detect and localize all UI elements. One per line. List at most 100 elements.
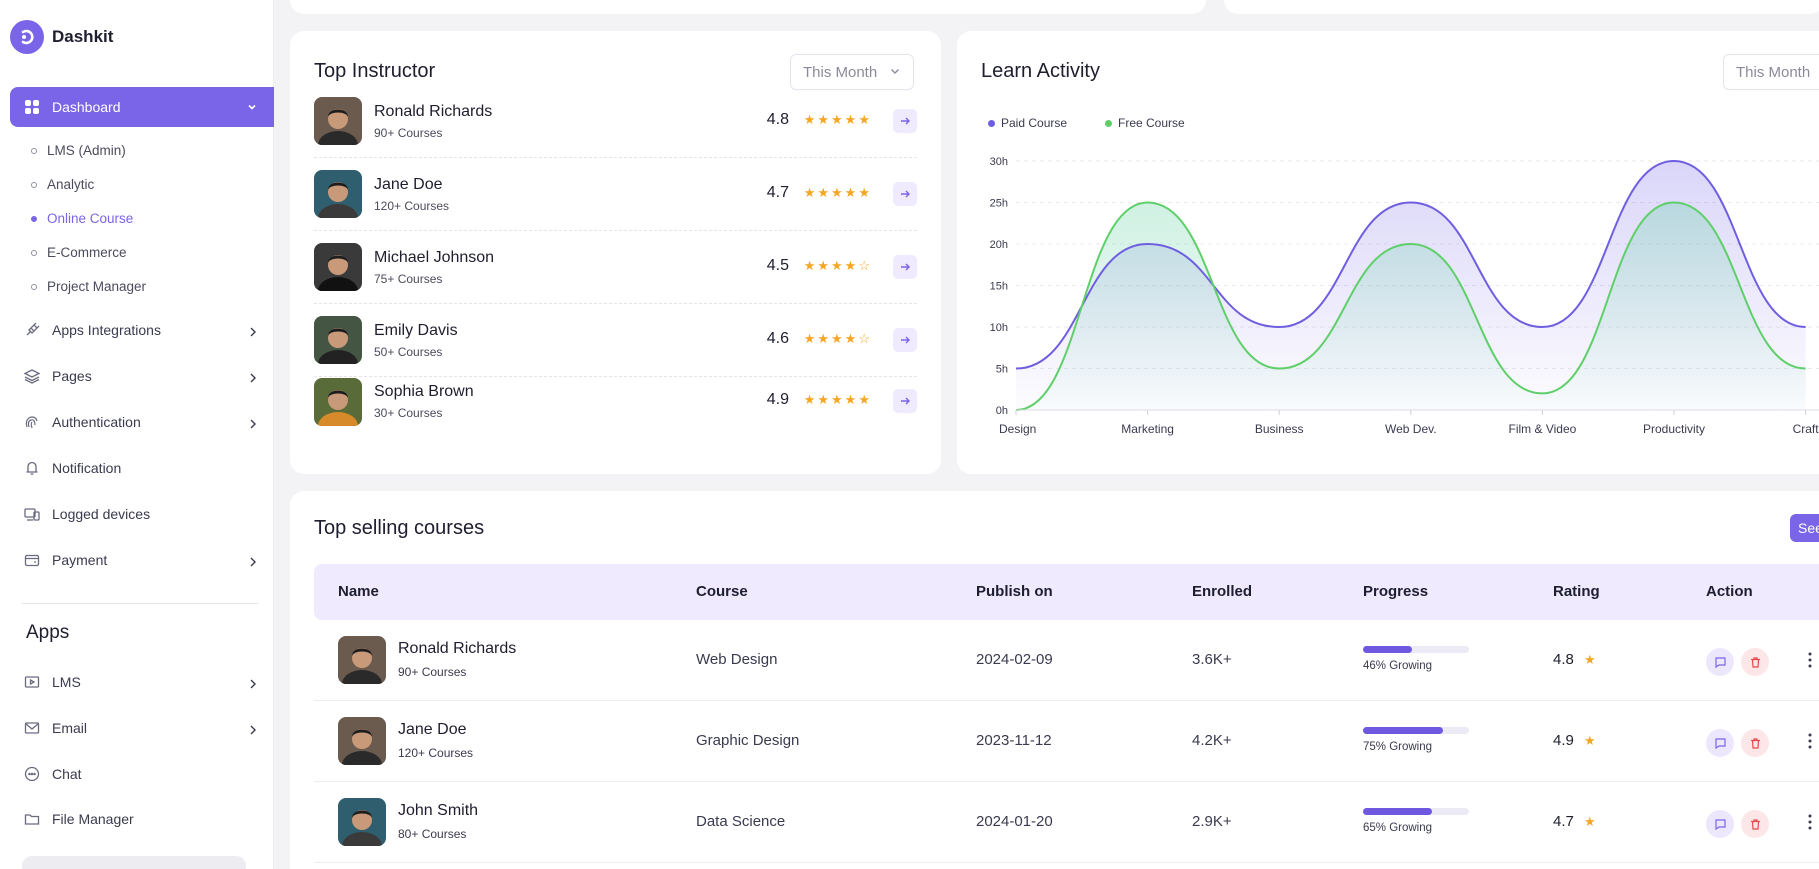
avatar (314, 316, 362, 364)
x-tick-label: Marketing (1121, 422, 1174, 436)
logo-icon (10, 20, 44, 54)
chevron-right-icon (248, 677, 258, 693)
more-options-icon[interactable] (1808, 652, 1812, 673)
delete-button[interactable] (1741, 729, 1769, 757)
col-progress: Progress (1363, 583, 1429, 600)
fingerprint-icon (22, 414, 42, 430)
star-rating-icon: ★★★★★ (803, 392, 872, 407)
x-tick-label: Web Dev. (1385, 422, 1437, 436)
instructor-courses: 90+ Courses (374, 125, 443, 140)
col-rating: Rating (1553, 583, 1600, 600)
sidebar-subitem-label: E-Commerce (47, 245, 127, 260)
view-instructor-button[interactable] (893, 109, 917, 133)
learn-activity-title: Learn Activity (981, 60, 1100, 82)
message-button[interactable] (1706, 810, 1734, 838)
view-instructor-button[interactable] (893, 389, 917, 413)
col-action: Action (1706, 583, 1753, 600)
bullet-icon (31, 215, 37, 222)
instructor-info: Emily Davis 50+ Courses (374, 322, 458, 359)
sidebar-item-dashboard[interactable]: Dashboard (10, 87, 274, 127)
star-icon: ★ (1584, 733, 1596, 748)
sidebar-item-email[interactable]: Email (22, 720, 258, 736)
y-tick-label: 25h (990, 198, 1008, 210)
y-tick-label: 15h (990, 281, 1008, 293)
sidebar-item-pages[interactable]: Pages (22, 368, 258, 384)
instructor-info: Sophia Brown 30+ Courses (374, 383, 474, 420)
delete-button[interactable] (1741, 648, 1769, 676)
table-row: Ronald Richards 90+ Courses Web Design 2024… (314, 620, 1819, 701)
sidebar-divider (22, 603, 258, 604)
more-options-icon[interactable] (1808, 814, 1812, 835)
student-courses: 120+ Courses (398, 746, 474, 760)
sidebar-item-payment[interactable]: Payment (22, 552, 258, 568)
progress-bar (1363, 646, 1469, 653)
course-name: Web Design (696, 651, 778, 668)
enrolled-count: 3.6K+ (1192, 651, 1232, 668)
sidebar-item-logged-devices[interactable]: Logged devices (22, 506, 258, 522)
view-instructor-button[interactable] (893, 328, 917, 352)
app-logo[interactable]: Dashkit (10, 20, 113, 54)
y-tick-label: 10h (990, 322, 1008, 334)
table-row: Jane Doe 120+ Courses Graphic Design 2023-1… (314, 701, 1819, 782)
sidebar-item-label: Email (52, 720, 88, 736)
activity-period-dropdown[interactable]: This Month (1723, 54, 1819, 90)
course-name: Graphic Design (696, 732, 800, 749)
top-card-right (1224, 0, 1819, 14)
course-rating: 4.7 (1553, 813, 1574, 830)
sidebar-subitem-analytic[interactable]: Analytic (31, 177, 94, 192)
bullet-icon (31, 181, 37, 188)
x-tick-label: Craft (1793, 422, 1819, 436)
sidebar-item-authentication[interactable]: Authentication (22, 414, 258, 430)
instructor-rating: 4.9 (766, 391, 789, 408)
sidebar-item-file-manager[interactable]: File Manager (22, 811, 258, 827)
devices-icon (22, 506, 42, 522)
sidebar-item-label: Pages (52, 368, 92, 384)
progress-fill (1363, 727, 1443, 734)
trash-icon (1750, 656, 1760, 668)
publish-date: 2024-02-09 (976, 651, 1053, 668)
apps-section-title: Apps (26, 622, 70, 643)
sidebar-subitem-lms-admin[interactable]: LMS (Admin) (31, 143, 126, 158)
instructor-rating: 4.5 (766, 257, 789, 274)
more-options-icon[interactable] (1808, 733, 1812, 754)
mail-icon (22, 720, 42, 736)
instructor-row: Michael Johnson 75+ Courses 4.5 ★★★★☆ (314, 231, 917, 304)
message-icon (1714, 818, 1726, 830)
arrow-right-icon (901, 397, 910, 405)
sidebar-item-lms[interactable]: LMS (22, 674, 258, 690)
sidebar-item-notification[interactable]: Notification (22, 460, 258, 476)
avatar (314, 97, 362, 145)
sidebar-item-chat[interactable]: Chat (22, 766, 258, 782)
view-instructor-button[interactable] (893, 255, 917, 279)
instructor-courses: 120+ Courses (374, 198, 450, 213)
sidebar-item-apps-integrations[interactable]: Apps Integrations (22, 322, 258, 338)
sidebar-item-label: File Manager (52, 811, 134, 827)
see-all-button[interactable]: See (1790, 514, 1819, 542)
view-instructor-button[interactable] (893, 182, 917, 206)
progress-fill (1363, 646, 1412, 653)
sidebar-subitem-project-manager[interactable]: Project Manager (31, 279, 146, 294)
col-enrolled: Enrolled (1192, 583, 1253, 600)
arrow-right-icon (901, 336, 910, 344)
message-button[interactable] (1706, 648, 1734, 676)
sidebar-subitem-ecommerce[interactable]: E-Commerce (31, 245, 127, 260)
legend-dot (988, 119, 995, 127)
message-button[interactable] (1706, 729, 1734, 757)
sidebar-item-label: Chat (52, 766, 82, 782)
chevron-right-icon (248, 723, 258, 739)
student-name: Jane Doe (398, 721, 467, 738)
avatar (338, 636, 386, 684)
sidebar-subitem-label: Project Manager (47, 279, 147, 294)
instructor-name: Ronald Richards (374, 102, 493, 120)
table-header: Name Course Publish on Enrolled Progress… (314, 564, 1819, 620)
dropdown-value: This Month (803, 63, 878, 81)
video-icon (22, 674, 42, 690)
star-rating-icon: ★★★★☆ (803, 258, 872, 273)
trash-icon (1750, 737, 1760, 749)
instructor-row: Jane Doe 120+ Courses 4.7 ★★★★★ (314, 158, 917, 231)
message-icon (1714, 656, 1726, 668)
sidebar-subitem-online-course[interactable]: Online Course (31, 211, 133, 226)
arrow-right-icon (901, 190, 910, 198)
delete-button[interactable] (1741, 810, 1769, 838)
arrow-right-icon (901, 117, 910, 125)
